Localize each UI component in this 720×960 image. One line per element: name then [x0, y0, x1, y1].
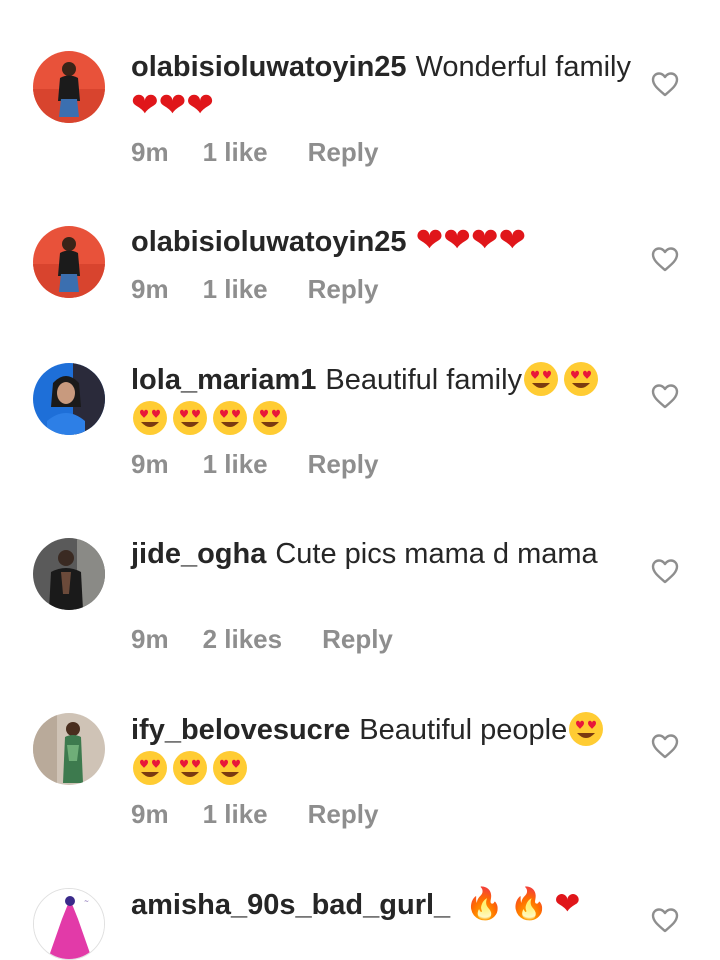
- comment-time: 9m: [131, 274, 169, 304]
- heart-eyes-emoji: [562, 360, 600, 398]
- comment-meta: 9m 1 like Reply: [131, 449, 378, 480]
- heart-emoji: ❤❤❤: [131, 85, 214, 124]
- comment-time: 9m: [131, 624, 169, 654]
- avatar[interactable]: [33, 713, 105, 785]
- comment-text: Beautiful family: [325, 364, 523, 396]
- reply-button[interactable]: Reply: [322, 624, 393, 655]
- heart-eyes-emoji: [131, 749, 169, 787]
- heart-eyes-emoji: [251, 399, 289, 437]
- heart-outline-icon[interactable]: [650, 245, 680, 273]
- comment-time: 9m: [131, 799, 169, 829]
- comment-body: lola_mariam1 Beautiful family: [131, 360, 631, 438]
- comment-username[interactable]: ify_belovesucre: [131, 714, 350, 746]
- avatar[interactable]: [33, 51, 105, 123]
- heart-eyes-emoji: [171, 749, 209, 787]
- avatar[interactable]: [33, 538, 105, 610]
- heart-eyes-emoji: [522, 360, 560, 398]
- comment-body: olabisioluwatoyin25 ❤❤❤❤: [131, 221, 631, 261]
- heart-eyes-emoji: [171, 399, 209, 437]
- svg-text:~: ~: [84, 898, 89, 905]
- heart-emoji: ❤❤❤❤: [415, 220, 527, 259]
- comment-body: amisha_90s_bad_gurl_ 🔥 🔥 ❤: [131, 885, 631, 924]
- heart-eyes-emoji: [131, 399, 169, 437]
- avatar[interactable]: ~: [33, 888, 105, 960]
- heart-outline-icon[interactable]: [650, 70, 680, 98]
- heart-outline-icon[interactable]: [650, 732, 680, 760]
- comment-time: 9m: [131, 449, 169, 479]
- comment-username[interactable]: olabisioluwatoyin25: [131, 226, 407, 258]
- comment-username[interactable]: jide_ogha: [131, 538, 266, 570]
- reply-button[interactable]: Reply: [308, 449, 379, 480]
- comment-username[interactable]: amisha_90s_bad_gurl_: [131, 889, 450, 921]
- comment-time: 9m: [131, 137, 169, 167]
- heart-eyes-emoji: [211, 749, 249, 787]
- comment-body: jide_ogha Cute pics mama d mama: [131, 535, 631, 573]
- comment-username[interactable]: lola_mariam1: [131, 364, 316, 396]
- comment-body: ify_belovesucre Beautiful people: [131, 710, 631, 788]
- comment-likes[interactable]: 1 like: [203, 799, 268, 830]
- comment-likes[interactable]: 1 like: [203, 137, 268, 168]
- comment-body: olabisioluwatoyin25 Wonderful family ❤❤❤: [131, 48, 631, 126]
- reply-button[interactable]: Reply: [308, 137, 379, 168]
- comment-username[interactable]: olabisioluwatoyin25: [131, 51, 407, 83]
- avatar[interactable]: [33, 226, 105, 298]
- heart-emoji: ❤: [554, 886, 581, 922]
- comment-likes[interactable]: 1 like: [203, 449, 268, 480]
- comment-meta: 9m 1 like Reply: [131, 137, 378, 168]
- fire-emoji: 🔥: [465, 886, 504, 922]
- heart-outline-icon[interactable]: [650, 382, 680, 410]
- heart-eyes-emoji: [567, 710, 605, 748]
- comment-meta: 9m 1 like Reply: [131, 799, 378, 830]
- heart-outline-icon[interactable]: [650, 557, 680, 585]
- heart-outline-icon[interactable]: [650, 906, 680, 934]
- heart-eyes-emoji: [211, 399, 249, 437]
- fire-emoji: 🔥 🔥 ❤: [459, 886, 580, 922]
- comment-meta: 9m 1 like Reply: [131, 274, 378, 305]
- comment-text: Wonderful family: [415, 51, 631, 83]
- comment-likes[interactable]: 1 like: [203, 274, 268, 305]
- reply-button[interactable]: Reply: [308, 274, 379, 305]
- comment-text: Cute pics mama d mama: [275, 538, 598, 570]
- comment-meta: 9m 2 likes Reply: [131, 624, 393, 655]
- avatar[interactable]: [33, 363, 105, 435]
- comment-text: Beautiful people: [359, 714, 568, 746]
- fire-emoji: 🔥: [509, 886, 549, 922]
- comment-likes[interactable]: 2 likes: [203, 624, 283, 655]
- reply-button[interactable]: Reply: [308, 799, 379, 830]
